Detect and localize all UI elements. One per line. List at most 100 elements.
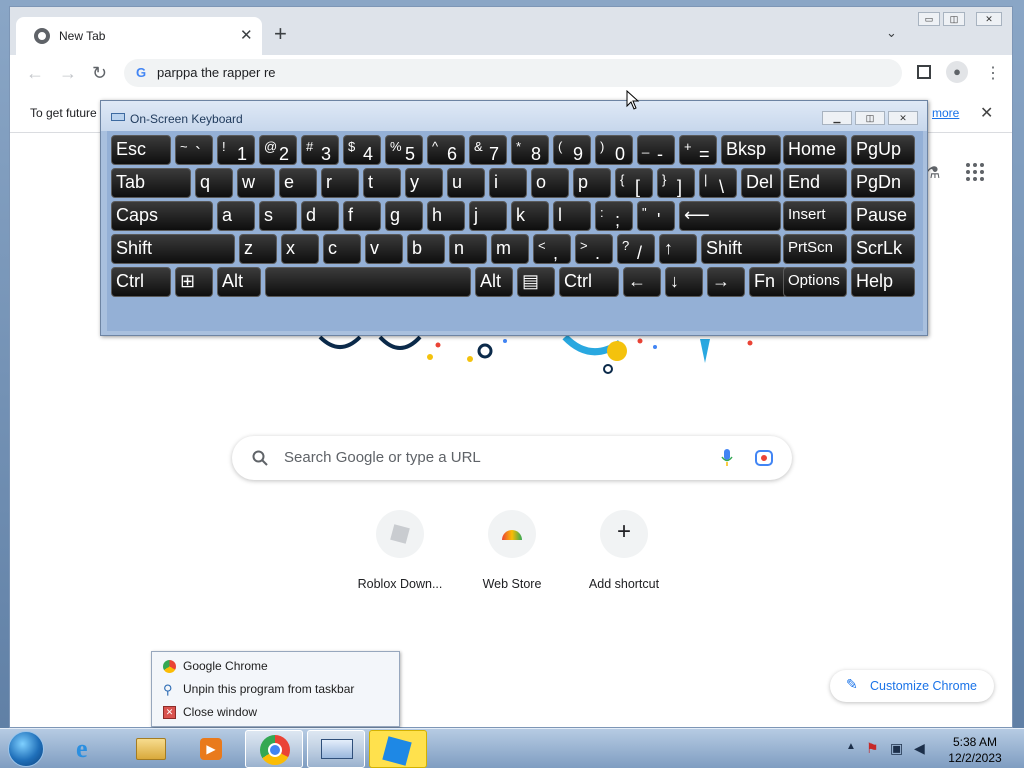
new-tab-icon[interactable]: + [274, 23, 287, 45]
osk-restore-icon[interactable]: ◫ [855, 111, 885, 125]
osk-key-2-12[interactable]: ⟵ [679, 201, 781, 231]
search-box[interactable]: Search Google or type a URL [232, 436, 792, 480]
close-window-icon[interactable]: ✕ [976, 12, 1002, 26]
osk-minimize-icon[interactable]: ▁ [822, 111, 852, 125]
volume-muted-icon[interactable]: ◀ [914, 740, 925, 757]
menu-dots-icon[interactable]: ⋮ [985, 63, 1001, 83]
taskbar-osk[interactable] [307, 730, 365, 768]
osk-key-1-16[interactable]: PgDn [851, 168, 915, 198]
osk-key-2-4[interactable]: f [343, 201, 381, 231]
osk-key-0-9[interactable]: * 8 [511, 135, 549, 165]
osk-key-0-16[interactable]: PgUp [851, 135, 915, 165]
osk-key-4-8[interactable]: ↓ [665, 267, 703, 297]
osk-key-1-12[interactable]: }] [657, 168, 695, 198]
microphone-icon[interactable] [721, 449, 733, 467]
osk-key-1-7[interactable]: u [447, 168, 485, 198]
osk-key-1-10[interactable]: p [573, 168, 611, 198]
osk-key-3-8[interactable]: <, [533, 234, 571, 264]
infobar-learn-more-link[interactable]: more [932, 106, 959, 120]
osk-key-0-12[interactable]: _ - [637, 135, 675, 165]
osk-key-4-1[interactable]: ⊞ [175, 267, 213, 297]
osk-key-2-7[interactable]: j [469, 201, 507, 231]
osk-key-0-3[interactable]: @2 [259, 135, 297, 165]
action-center-icon[interactable]: ⚑ [866, 740, 879, 757]
infobar-close-icon[interactable]: ✕ [980, 103, 993, 123]
osk-key-4-12[interactable]: Help [851, 267, 915, 297]
shortcut-web-store[interactable]: Web Store [457, 510, 567, 591]
osk-key-3-13[interactable]: PrtScn [783, 234, 847, 264]
osk-key-3-9[interactable]: >. [575, 234, 613, 264]
osk-key-0-0[interactable]: Esc [111, 135, 171, 165]
start-button[interactable] [8, 731, 44, 767]
osk-key-3-10[interactable]: ? / [617, 234, 655, 264]
osk-key-3-14[interactable]: ScrLk [851, 234, 915, 264]
osk-key-0-11[interactable]: ) 0 [595, 135, 633, 165]
lens-camera-icon[interactable] [755, 449, 773, 467]
osk-key-0-2[interactable]: ! 1 [217, 135, 255, 165]
osk-key-0-4[interactable]: #3 [301, 135, 339, 165]
osk-key-2-3[interactable]: d [301, 201, 339, 231]
profile-icon[interactable]: ● [946, 61, 968, 83]
tab-search-chevron-icon[interactable]: ⌄ [886, 25, 897, 41]
osk-key-2-5[interactable]: g [385, 201, 423, 231]
osk-key-0-8[interactable]: & 7 [469, 135, 507, 165]
osk-key-1-3[interactable]: e [279, 168, 317, 198]
osk-key-1-15[interactable]: End [783, 168, 847, 198]
osk-key-2-8[interactable]: k [511, 201, 549, 231]
osk-key-1-0[interactable]: Tab [111, 168, 191, 198]
osk-key-0-13[interactable]: + = [679, 135, 717, 165]
osk-key-0-10[interactable]: (9 [553, 135, 591, 165]
osk-key-3-4[interactable]: v [365, 234, 403, 264]
forward-icon[interactable]: → [59, 63, 77, 84]
osk-key-3-2[interactable]: x [281, 234, 319, 264]
osk-key-4-0[interactable]: Ctrl [111, 267, 171, 297]
osk-key-1-8[interactable]: i [489, 168, 527, 198]
osk-key-1-13[interactable]: | \ [699, 168, 737, 198]
osk-key-3-1[interactable]: z [239, 234, 277, 264]
osk-key-0-6[interactable]: % 5 [385, 135, 423, 165]
menu-item-close-window[interactable]: ✕ Close window [152, 701, 399, 723]
reload-icon[interactable]: ↻ [92, 63, 107, 84]
search-placeholder[interactable]: Search Google or type a URL [284, 449, 481, 466]
osk-key-2-6[interactable]: h [427, 201, 465, 231]
shortcut-add[interactable]: + Add shortcut [569, 510, 679, 591]
osk-key-1-11[interactable]: {[ [615, 168, 653, 198]
taskbar-roblox-studio[interactable] [369, 730, 427, 768]
osk-key-3-12[interactable]: Shift [701, 234, 781, 264]
osk-key-3-3[interactable]: c [323, 234, 361, 264]
osk-key-2-11[interactable]: " ' [637, 201, 675, 231]
osk-key-1-2[interactable]: w [237, 168, 275, 198]
osk-key-0-5[interactable]: $4 [343, 135, 381, 165]
osk-key-2-2[interactable]: s [259, 201, 297, 231]
osk-key-3-5[interactable]: b [407, 234, 445, 264]
osk-key-4-11[interactable]: Options [783, 267, 847, 297]
osk-key-1-9[interactable]: o [531, 168, 569, 198]
osk-key-4-9[interactable]: → [707, 267, 745, 297]
osk-key-1-14[interactable]: Del [741, 168, 781, 198]
shortcut-roblox[interactable]: Roblox Down... [345, 510, 455, 591]
system-clock[interactable]: 5:38 AM 12/2/2023 [940, 734, 1010, 766]
osk-key-0-7[interactable]: ^ 6 [427, 135, 465, 165]
osk-key-4-2[interactable]: Alt [217, 267, 261, 297]
minimize-icon[interactable]: ▭ [918, 12, 940, 26]
osk-key-4-3[interactable] [265, 267, 471, 297]
osk-close-icon[interactable]: ✕ [888, 111, 918, 125]
osk-key-4-7[interactable]: ← [623, 267, 661, 297]
customize-chrome-button[interactable]: ✎ Customize Chrome [830, 670, 994, 702]
osk-key-2-1[interactable]: a [217, 201, 255, 231]
taskbar-chrome[interactable] [245, 730, 303, 768]
osk-key-4-10[interactable]: Fn [749, 267, 787, 297]
omnibox[interactable]: G parppa the rapper re [124, 59, 902, 87]
osk-key-1-6[interactable]: y [405, 168, 443, 198]
osk-key-1-5[interactable]: t [363, 168, 401, 198]
show-hidden-icons-icon[interactable]: ▲ [846, 741, 856, 752]
osk-key-3-11[interactable]: ↑ [659, 234, 697, 264]
osk-key-3-6[interactable]: n [449, 234, 487, 264]
omnibox-text[interactable]: parppa the rapper re [157, 65, 276, 80]
osk-key-0-14[interactable]: Bksp [721, 135, 781, 165]
osk-key-0-15[interactable]: Home [783, 135, 847, 165]
osk-title-bar[interactable]: On-Screen Keyboard ▁ ◫ ✕ [101, 101, 927, 131]
osk-key-2-9[interactable]: l [553, 201, 591, 231]
osk-key-2-0[interactable]: Caps [111, 201, 213, 231]
network-icon[interactable]: ▣ [890, 740, 903, 757]
